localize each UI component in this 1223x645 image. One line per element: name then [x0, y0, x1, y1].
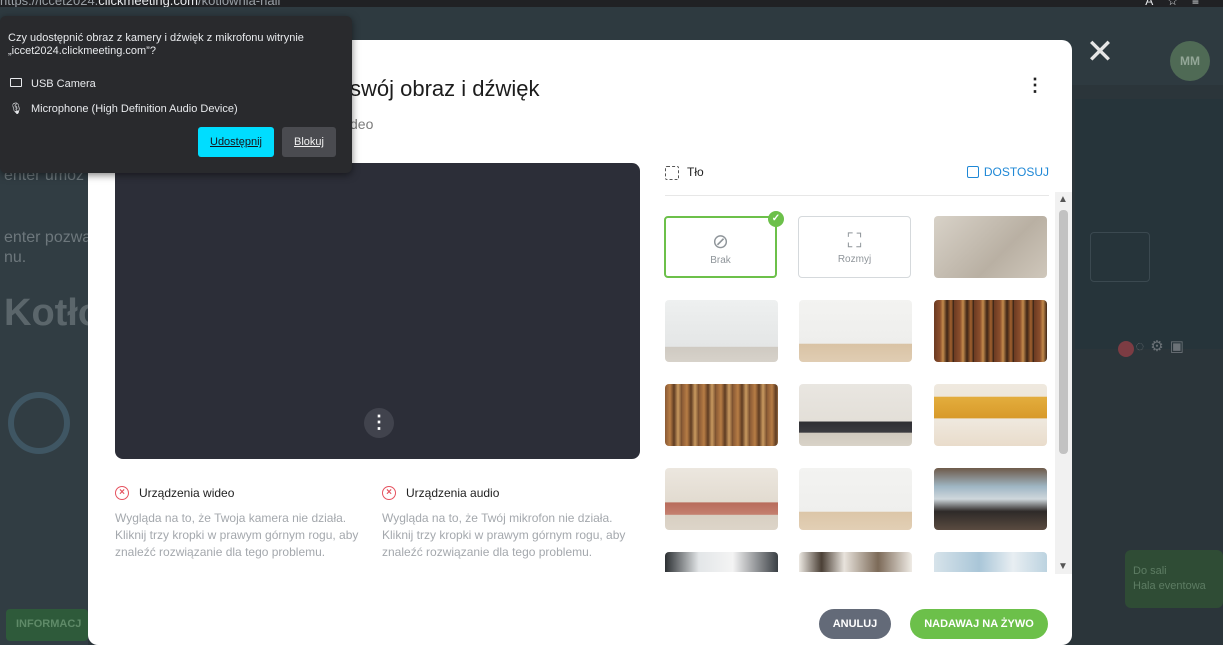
video-options-icon[interactable]: ⋮ [364, 408, 394, 438]
background-header-row: Tło DOSTOSUJ [665, 164, 1049, 196]
background-blur-tile[interactable]: ⛶ Rozmyj [798, 216, 911, 278]
selected-check-icon: ✓ [768, 211, 784, 227]
cancel-button[interactable]: ANULUJ [819, 609, 891, 639]
permission-question: Czy udostępnić obraz z kamery i dźwięk z… [8, 32, 304, 57]
background-right-panel [1075, 99, 1223, 349]
camera-icon [8, 78, 24, 90]
video-devices-header: × Urządzenia wideo [115, 486, 363, 500]
camera-label: USB Camera [31, 78, 96, 90]
background-text-3: nu. [4, 249, 27, 266]
background-image-lounge[interactable] [665, 468, 778, 530]
background-image-white-shelf[interactable] [665, 300, 778, 362]
background-image-yellow-art[interactable] [934, 384, 1047, 446]
info-button[interactable]: INFORMACJ [6, 609, 88, 641]
background-right-box [1090, 232, 1150, 282]
allow-button[interactable]: Udostępnij [198, 127, 274, 157]
background-image-white-room[interactable] [799, 300, 912, 362]
background-image-white-doors[interactable] [799, 468, 912, 530]
background-toolbar-icons: ◌⚙▣ [1115, 338, 1190, 355]
modal-more-icon[interactable]: ⋮ [1026, 76, 1044, 94]
background-image-wooden-room[interactable] [799, 552, 912, 572]
background-logo [8, 392, 70, 454]
background-room-title: Kotło [4, 292, 102, 334]
video-devices-description: Wygląda na to, że Twoja kamera nie dział… [115, 511, 359, 559]
video-devices-section: × Urządzenia wideo Wygląda na to, że Two… [115, 486, 363, 561]
background-image-glass-office[interactable] [934, 552, 1047, 572]
block-button[interactable]: Blokuj [282, 127, 336, 157]
permission-popup: Czy udostępnić obraz z kamery i dźwięk z… [0, 16, 352, 173]
toast-line-2: Hala eventowa [1133, 580, 1206, 592]
toast-line-1: Do sali [1133, 565, 1167, 577]
video-preview: ⋮ [115, 163, 640, 459]
background-none-tile[interactable]: ⊘ Brak [664, 216, 777, 278]
scrollbar-thumb[interactable] [1059, 210, 1068, 454]
error-icon: × [115, 486, 129, 500]
background-image-library[interactable] [665, 384, 778, 446]
permission-microphone-row: 🎙︎ Microphone (High Definition Audio Dev… [8, 102, 238, 116]
block-label: Blokuj [294, 136, 324, 148]
modal-subtitle: deo [350, 116, 374, 132]
audio-devices-header: × Urządzenia audio [382, 486, 630, 500]
background-image-concrete[interactable] [934, 216, 1047, 278]
allow-label: Udostępnij [210, 136, 262, 148]
background-person-icon [665, 166, 679, 180]
audio-devices-title: Urządzenia audio [406, 486, 500, 500]
background-text-2: enter pozwa [4, 229, 92, 246]
background-image-office[interactable] [934, 468, 1047, 530]
adjust-icon [966, 166, 979, 178]
scroll-up-icon[interactable]: ▲ [1058, 194, 1068, 205]
adjust-label: DOSTOSUJ [983, 165, 1049, 179]
background-image-modern-room[interactable] [665, 552, 778, 572]
background-none-label: Brak [710, 255, 731, 266]
scroll-down-icon[interactable]: ▼ [1058, 561, 1068, 572]
background-grid: ⊘ Brak ⛶ Rozmyj [664, 212, 1050, 572]
audio-devices-section: × Urządzenia audio Wygląda na to, że Twó… [382, 486, 630, 561]
microphone-label: Microphone (High Definition Audio Device… [31, 102, 238, 115]
error-icon: × [382, 486, 396, 500]
browser-toolbar: https://iccet2024.clickmeeting.com/kotlo… [0, 0, 1223, 8]
background-grid-scrollbar[interactable]: ▲ ▼ [1055, 192, 1072, 574]
blur-person-icon: ⛶ [847, 230, 862, 252]
video-devices-title: Urządzenia wideo [139, 486, 235, 500]
modal-title: swój obraz i dźwięk [350, 76, 540, 101]
adjust-button[interactable]: DOSTOSUJ [966, 165, 1049, 179]
audio-devices-description: Wygląda na to, że Twój mikrofon nie dzia… [382, 511, 626, 559]
no-background-icon: ⊘ [712, 231, 729, 253]
go-live-button[interactable]: NADAWAJ NA ŻYWO [910, 609, 1048, 639]
avatar[interactable]: MM [1170, 41, 1210, 81]
close-icon[interactable]: ✕ [1085, 35, 1115, 69]
background-blur-label: Rozmyj [837, 254, 872, 265]
permission-camera-row: USB Camera [8, 78, 96, 90]
background-label: Tło [687, 165, 704, 179]
background-toast: Do sali Hala eventowa [1125, 550, 1223, 608]
microphone-icon: 🎙︎ [9, 103, 23, 115]
background-image-bookshelf[interactable] [934, 300, 1047, 362]
background-image-living-room[interactable] [799, 384, 912, 446]
